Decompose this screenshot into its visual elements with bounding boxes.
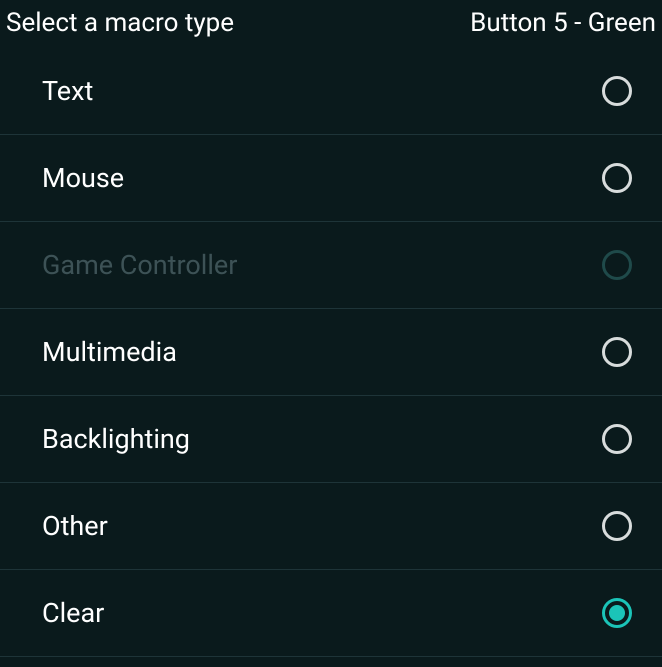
radio-icon [602,424,632,454]
macro-option-label: Other [42,510,108,542]
macro-option-clear[interactable]: Clear [0,570,662,657]
macro-option-mouse[interactable]: Mouse [0,135,662,222]
dialog-header: Select a macro type Button 5 - Green [0,0,662,48]
radio-icon [602,250,632,280]
radio-icon [602,163,632,193]
radio-icon [602,337,632,367]
radio-icon [602,76,632,106]
dialog-title: Select a macro type [6,8,234,38]
dialog-context: Button 5 - Green [470,8,656,38]
macro-option-label: Clear [42,597,104,629]
radio-icon-selected [602,598,632,628]
macro-option-label: Backlighting [42,423,190,455]
macro-option-backlighting[interactable]: Backlighting [0,396,662,483]
macro-option-other[interactable]: Other [0,483,662,570]
macro-option-label: Mouse [42,162,124,194]
macro-option-label: Text [42,75,93,107]
macro-option-multimedia[interactable]: Multimedia [0,309,662,396]
macro-option-text[interactable]: Text [0,48,662,135]
radio-icon [602,511,632,541]
macro-type-list: Text Mouse Game Controller Multimedia Ba… [0,48,662,657]
macro-option-game-controller: Game Controller [0,222,662,309]
macro-option-label: Game Controller [42,249,237,281]
macro-option-label: Multimedia [42,336,177,368]
